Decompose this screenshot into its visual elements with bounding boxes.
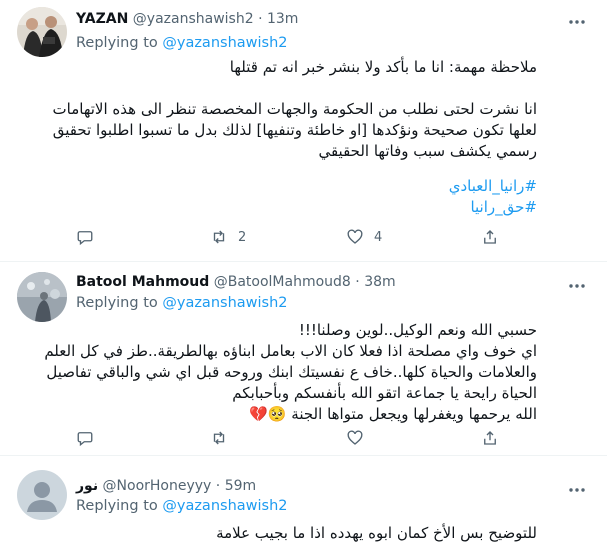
tweet-text: حسبي الله ونعم الوكيل..لوين وصلنا!!! اي … [44,320,537,425]
tweet-header: Batool Mahmoud @BatoolMahmoud8 · 38m [76,274,396,290]
avatar[interactable] [17,272,67,322]
share-icon [484,230,496,244]
mention-link[interactable]: @yazanshawish2 [162,498,287,514]
tweet-line: والعلامات والحياة كلها..خاف ع نفسيتك ابن… [46,363,537,381]
user-handle[interactable]: @yazanshawish2 [133,11,254,27]
replying-to: Replying to @yazanshawish2 [76,498,288,514]
like-icon [347,229,363,244]
user-handle[interactable]: @BatoolMahmoud8 [214,274,351,290]
tweet-yazan[interactable]: YAZAN @yazanshawish2 · 13m Replying to @… [0,0,607,262]
display-name[interactable]: Batool Mahmoud [76,274,209,290]
retweet-icon [213,431,225,445]
more-horizontal-icon[interactable] [567,278,587,292]
tweet-line: الله يرحمها ويغفرلها ويجعل متواها الجنة … [249,405,537,423]
hashtag-link[interactable]: #رانيا_العبادي [77,176,537,197]
retweet-button[interactable] [210,428,238,448]
avatar[interactable] [17,7,67,57]
reply-button[interactable] [76,227,104,247]
reply-button[interactable] [76,428,104,448]
share-button[interactable] [481,428,499,448]
tweet-line: حسبي الله ونعم الوكيل..لوين وصلنا!!! [298,321,537,339]
retweet-icon [213,230,225,244]
timestamp[interactable]: 38m [364,274,395,290]
like-button[interactable] [346,428,374,448]
like-icon [347,430,363,445]
tweet-line: ملاحظة مهمة: انا ما بأكد ولا بنشر خبر ان… [229,58,537,76]
tweet-batool[interactable]: Batool Mahmoud @BatoolMahmoud8 · 38m Rep… [0,262,607,454]
replying-to: Replying to @yazanshawish2 [76,295,288,311]
tweet-text: للتوضيح بس الأخ كمان ابوه يهدده اذا ما ب… [77,523,537,544]
user-handle[interactable]: @NoorHoneyyy [103,478,212,494]
hashtags: #رانيا_العبادي #حق_رانيا [77,176,537,218]
more-horizontal-icon[interactable] [567,482,587,496]
tweet-line: لعلها تكون صحيحة ونؤكدها [او خاطئة وتنفي… [52,121,537,139]
reply-icon [77,432,93,447]
tweet-text: ملاحظة مهمة: انا ما بأكد ولا بنشر خبر ان… [52,57,537,162]
replying-prefix: Replying to [76,295,158,311]
tweet-line: رسمي يكشف سبب وفاتها الحقيقي [318,142,537,160]
hashtag-link[interactable]: #حق_رانيا [77,197,537,218]
like-button[interactable]: 4 [346,227,382,247]
tweet-line [77,78,537,99]
display-name[interactable]: نور [76,478,98,494]
share-icon [484,431,496,445]
replying-to: Replying to @yazanshawish2 [76,35,288,51]
mention-link[interactable]: @yazanshawish2 [162,295,287,311]
replying-prefix: Replying to [76,35,158,51]
retweet-count: 2 [238,229,247,245]
share-button[interactable] [481,227,499,247]
mention-link[interactable]: @yazanshawish2 [162,35,287,51]
avatar[interactable] [17,470,67,520]
tweet-line: الحياة رايحة يا جماعة اتقو الله بأنفسكم … [232,384,537,402]
tweet-header: نور @NoorHoneyyy · 59m [76,478,257,494]
tweet-line: انا نشرت لحتى نطلب من الحكومة والجهات ال… [52,100,537,118]
tweet-line: اي خوف واي مصلحة اذا فعلا كان الاب بعامل… [44,342,537,360]
tweet-line: للتوضيح بس الأخ كمان ابوه يهدده اذا ما ب… [216,524,537,542]
display-name[interactable]: YAZAN [76,11,128,27]
tweet-header: YAZAN @yazanshawish2 · 13m [76,11,299,27]
tweet-noor[interactable]: نور @NoorHoneyyy · 59m Replying to @yaza… [0,456,607,559]
timestamp[interactable]: 13m [267,11,298,27]
action-bar [76,428,516,448]
more-horizontal-icon[interactable] [567,14,587,28]
reply-icon [77,231,93,246]
retweet-button[interactable]: 2 [210,227,246,247]
replying-prefix: Replying to [76,498,158,514]
action-bar: 2 4 [76,227,516,247]
timestamp[interactable]: 59m [225,478,256,494]
like-count: 4 [374,229,383,245]
